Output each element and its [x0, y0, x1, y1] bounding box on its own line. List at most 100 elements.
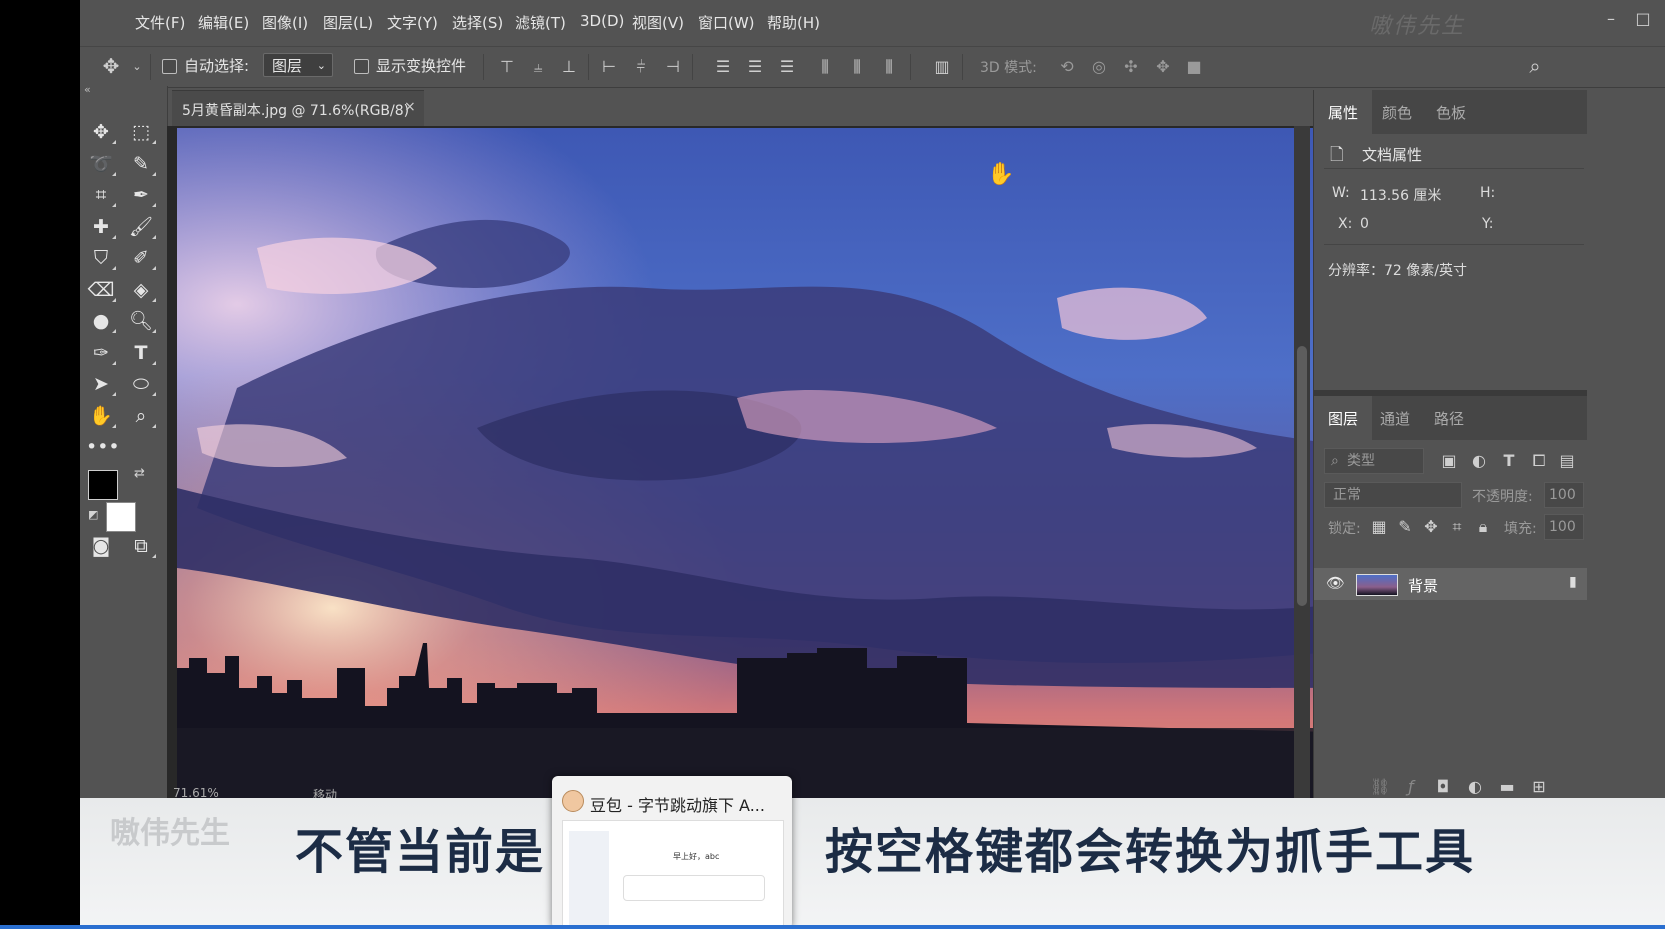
- filter-adjustment-icon[interactable]: ◐: [1470, 452, 1488, 470]
- distribute-vcenter-icon[interactable]: ☰: [746, 58, 764, 76]
- quick-mask-icon[interactable]: ◙: [86, 532, 116, 560]
- 3d-camera-icon[interactable]: ■: [1185, 58, 1203, 76]
- crop-tool-icon[interactable]: ⌗: [86, 181, 116, 209]
- background-color-swatch[interactable]: [106, 502, 136, 532]
- show-transform-checkbox[interactable]: [354, 59, 369, 74]
- fill-input[interactable]: 100: [1544, 514, 1584, 540]
- hand-tool-icon[interactable]: ✋: [86, 402, 116, 430]
- layer-row[interactable]: 👁︎ 背景 ▮: [1314, 568, 1587, 600]
- align-bottom-icon[interactable]: ⊥: [560, 58, 578, 76]
- dodge-tool-icon[interactable]: 🔍︎: [126, 307, 156, 335]
- move-icon[interactable]: ✥: [102, 56, 120, 76]
- paint-bucket-tool-icon[interactable]: ◈: [126, 276, 156, 304]
- align-right-icon[interactable]: ⊣: [664, 58, 682, 76]
- menu-file[interactable]: 文件(F): [135, 12, 185, 33]
- menu-view[interactable]: 视图(V): [632, 12, 684, 33]
- swap-colors-icon[interactable]: ⇄: [134, 466, 145, 481]
- tab-channels[interactable]: 通道: [1380, 408, 1410, 429]
- menu-type[interactable]: 文字(Y): [387, 12, 438, 33]
- blur-tool-icon[interactable]: ●: [86, 307, 116, 335]
- healing-tool-icon[interactable]: ✚: [86, 213, 116, 241]
- lasso-tool-icon[interactable]: ➰: [86, 150, 116, 178]
- blend-mode-dropdown[interactable]: 正常: [1324, 482, 1462, 508]
- filter-type-icon[interactable]: T: [1500, 452, 1518, 470]
- new-layer-icon[interactable]: ⊞: [1530, 778, 1548, 796]
- align-vcenter-icon[interactable]: ⫨: [529, 58, 547, 76]
- 3d-roll-icon[interactable]: ◎: [1090, 58, 1108, 76]
- eye-icon[interactable]: 👁︎: [1326, 574, 1345, 592]
- distribute-hcenter-icon[interactable]: ⫼: [848, 58, 866, 76]
- new-group-icon[interactable]: ▬: [1498, 778, 1516, 796]
- menu-edit[interactable]: 编辑(E): [198, 12, 249, 33]
- tab-properties[interactable]: 属性: [1328, 102, 1358, 123]
- fx-icon[interactable]: ƒ: [1402, 778, 1420, 796]
- lock-position-icon[interactable]: ✥: [1422, 518, 1440, 536]
- add-mask-icon[interactable]: ◘: [1434, 778, 1452, 796]
- menu-window[interactable]: 窗口(W): [698, 12, 755, 33]
- tab-swatches[interactable]: 色板: [1436, 102, 1466, 123]
- collapse-icon[interactable]: «: [84, 83, 91, 96]
- layer-filter-dropdown[interactable]: ⌕ 类型: [1324, 448, 1424, 474]
- tab-layers[interactable]: 图层: [1328, 408, 1358, 429]
- opacity-input[interactable]: 100: [1544, 482, 1584, 508]
- document-tab[interactable]: 5月黄昏副本.jpg @ 71.6%(RGB/8) ×: [172, 90, 424, 127]
- taskbar-preview-popup[interactable]: 豆包 - 字节跳动旗下 A... 早上好，abc: [552, 776, 792, 929]
- ellipse-tool-icon[interactable]: ⬭: [126, 370, 156, 398]
- distribute-top-icon[interactable]: ☰: [714, 58, 732, 76]
- x-value[interactable]: 0: [1360, 216, 1369, 232]
- 3d-slide-icon[interactable]: ✥: [1154, 58, 1172, 76]
- brush-tool-icon[interactable]: 🖌: [126, 213, 156, 241]
- filter-pixel-icon[interactable]: ▣: [1440, 452, 1458, 470]
- document-image[interactable]: [177, 128, 1372, 834]
- pen-tool-icon[interactable]: ✑: [86, 339, 116, 367]
- lock-image-icon[interactable]: ✎: [1396, 518, 1414, 536]
- auto-select-checkbox[interactable]: [162, 59, 177, 74]
- lock-all-icon[interactable]: 🔒︎: [1474, 518, 1492, 536]
- quick-select-tool-icon[interactable]: ✎: [126, 150, 156, 178]
- tab-paths[interactable]: 路径: [1434, 408, 1464, 429]
- 3d-pan-icon[interactable]: ✣: [1122, 58, 1140, 76]
- lock-transparent-icon[interactable]: ▦: [1370, 518, 1388, 536]
- auto-align-icon[interactable]: ▥: [933, 58, 951, 76]
- vertical-scrollbar[interactable]: [1294, 126, 1310, 826]
- adjustment-layer-icon[interactable]: ◐: [1466, 778, 1484, 796]
- menu-select[interactable]: 选择(S): [452, 12, 503, 33]
- zoom-tool-icon[interactable]: ⌕: [126, 402, 156, 430]
- filter-shape-icon[interactable]: ⧠: [1530, 452, 1548, 470]
- scrollbar-thumb[interactable]: [1297, 346, 1307, 606]
- distribute-left-icon[interactable]: ⫼: [816, 58, 834, 76]
- history-brush-tool-icon[interactable]: ✐: [126, 244, 156, 272]
- tab-color[interactable]: 颜色: [1382, 102, 1412, 123]
- type-tool-icon[interactable]: T: [126, 339, 156, 367]
- link-layers-icon[interactable]: ⛓: [1370, 778, 1390, 796]
- more-tools-icon[interactable]: •••: [86, 433, 120, 461]
- menu-filter[interactable]: 滤镜(T): [515, 12, 566, 33]
- search-icon[interactable]: ⌕: [1526, 56, 1544, 76]
- align-hcenter-icon[interactable]: ⫩: [632, 58, 650, 76]
- distribute-bottom-icon[interactable]: ☰: [778, 58, 796, 76]
- default-colors-icon[interactable]: ◩: [88, 508, 98, 521]
- width-value[interactable]: 113.56 厘米: [1360, 185, 1441, 205]
- menu-help[interactable]: 帮助(H): [767, 12, 820, 33]
- stamp-tool-icon[interactable]: ⛉: [86, 244, 116, 272]
- eyedropper-tool-icon[interactable]: ✒: [126, 181, 156, 209]
- menu-3d[interactable]: 3D(D): [580, 12, 624, 30]
- 3d-orbit-icon[interactable]: ⟲: [1058, 58, 1076, 76]
- move-tool-icon[interactable]: ✥: [86, 118, 116, 146]
- menu-image[interactable]: 图像(I): [262, 12, 308, 33]
- auto-select-dropdown[interactable]: 图层 ⌄: [263, 53, 333, 77]
- marquee-tool-icon[interactable]: ⬚: [126, 118, 156, 146]
- align-left-icon[interactable]: ⊢: [600, 58, 618, 76]
- eraser-tool-icon[interactable]: ⌫: [86, 276, 116, 304]
- lock-artboard-icon[interactable]: ⌗: [1448, 518, 1466, 536]
- chevron-down-icon[interactable]: ⌄: [128, 58, 146, 76]
- close-icon[interactable]: ×: [404, 99, 416, 115]
- screen-mode-icon[interactable]: ⧉: [126, 532, 156, 560]
- popup-thumbnail[interactable]: 早上好，abc: [562, 820, 784, 929]
- distribute-right-icon[interactable]: ⫼: [880, 58, 898, 76]
- foreground-color-swatch[interactable]: [88, 470, 118, 500]
- maximize-button[interactable]: □: [1631, 8, 1655, 30]
- filter-smart-icon[interactable]: ▤: [1558, 452, 1576, 470]
- path-select-tool-icon[interactable]: ➤: [86, 370, 116, 398]
- minimize-button[interactable]: –: [1599, 8, 1623, 30]
